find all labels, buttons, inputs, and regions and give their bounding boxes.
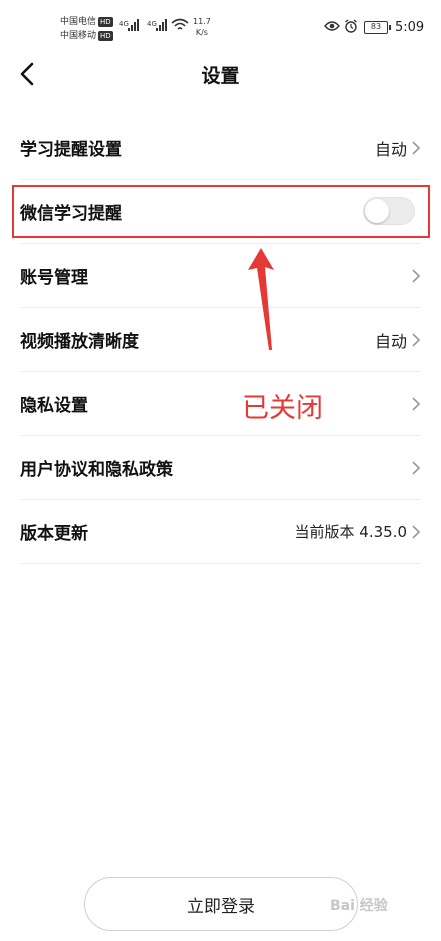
- settings-item-study-reminder[interactable]: 学习提醒设置 自动: [20, 116, 421, 180]
- settings-item-label: 版本更新: [20, 524, 88, 544]
- settings-item-label: 用户协议和隐私政策: [20, 460, 173, 480]
- settings-item-value: 自动: [374, 139, 407, 159]
- carrier-mobile: 中国移动 HD: [60, 30, 113, 42]
- alarm-icon: [345, 19, 357, 33]
- chevron-right-icon: [412, 141, 421, 155]
- page-title: 设置: [201, 65, 240, 87]
- settings-item-label: 隐私设置: [20, 396, 88, 416]
- signal-strength-icon: [156, 19, 167, 31]
- header: 设置: [0, 52, 441, 98]
- wifi-icon: [171, 18, 189, 30]
- settings-list: 学习提醒设置 自动 微信学习提醒 账号管理 视频播放清晰度 自动 隐私设置 用户…: [0, 116, 441, 564]
- signal-strength-icon: [128, 19, 139, 31]
- carrier-telecom-label: 中国电信: [60, 17, 97, 27]
- chevron-right-icon: [412, 397, 421, 411]
- carrier-mobile-label: 中国移动: [60, 31, 97, 41]
- network-speed: 11.7 K/s: [193, 16, 211, 38]
- settings-item-value: 自动: [374, 331, 407, 351]
- hd-badge: HD: [98, 30, 113, 41]
- hd-badge: HD: [98, 16, 113, 27]
- annotation-note: 已关闭: [242, 393, 323, 424]
- settings-item-privacy[interactable]: 隐私设置: [20, 372, 421, 436]
- chevron-right-icon: [412, 525, 421, 539]
- chevron-right-icon: [412, 461, 421, 475]
- status-time: 5:09: [395, 20, 425, 35]
- chevron-right-icon: [412, 269, 421, 283]
- annotation-arrow-icon: [248, 248, 274, 350]
- settings-item-version[interactable]: 版本更新 当前版本 4.35.0: [20, 500, 421, 564]
- watermark-logo: Bai 经验: [330, 898, 388, 914]
- login-button[interactable]: 立即登录: [84, 877, 358, 931]
- carrier-telecom: 中国电信 HD: [60, 16, 113, 28]
- status-bar: 中国电信 HD 中国移动 HD 4G 4G 11.7 K/s 83 5:09: [0, 0, 441, 52]
- settings-item-label: 账号管理: [20, 268, 88, 288]
- battery-icon: 83: [364, 21, 391, 34]
- annotation-highlight-box: [12, 185, 430, 238]
- settings-item-video-quality[interactable]: 视频播放清晰度 自动: [20, 308, 421, 372]
- settings-item-account[interactable]: 账号管理: [20, 244, 421, 308]
- chevron-right-icon: [412, 333, 421, 347]
- settings-item-value: 当前版本 4.35.0: [294, 523, 407, 541]
- network-speed-value: 11.7: [193, 17, 211, 26]
- eye-icon: [324, 21, 340, 31]
- settings-item-label: 视频播放清晰度: [20, 332, 139, 352]
- settings-item-agreement[interactable]: 用户协议和隐私政策: [20, 436, 421, 500]
- settings-item-label: 学习提醒设置: [20, 140, 122, 160]
- network-speed-unit: K/s: [195, 28, 208, 37]
